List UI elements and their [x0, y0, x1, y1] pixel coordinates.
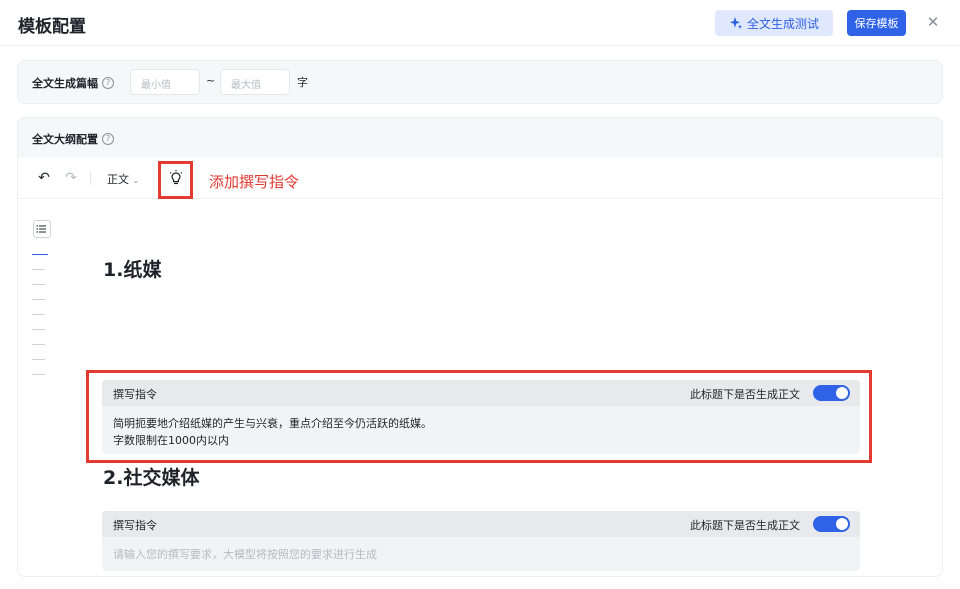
instruction-line: 字数限制在1000内以内 [113, 434, 229, 447]
toc-marker[interactable] [32, 344, 45, 345]
max-length-input[interactable]: 最大值 [220, 69, 290, 95]
range-separator: ~ [206, 74, 216, 87]
section-heading[interactable]: 1.纸媒 [103, 255, 161, 282]
toc-marker[interactable] [32, 269, 45, 270]
outline-label: 全文大纲配置 [32, 133, 98, 146]
outline-editor[interactable]: ↶ ↷ 正文 ⌄ 添加撰写指令 1.纸媒 撰写指令 此标题下是否生成正文 简明扼… [18, 158, 942, 576]
instruction-title: 撰写指令 [113, 519, 157, 532]
help-icon[interactable]: ? [102, 77, 114, 89]
toc-marker[interactable] [32, 314, 45, 315]
instruction-line: 简明扼要地介绍纸媒的产生与兴衰，重点介绍至今仍活跃的纸媒。 [113, 417, 432, 430]
save-template-button[interactable]: 保存模板 [847, 10, 906, 36]
outline-toc-icon[interactable] [33, 220, 51, 238]
chevron-down-icon: ⌄ [132, 176, 140, 185]
toc-marker[interactable] [32, 254, 48, 255]
page-title: 模板配置 [18, 17, 86, 37]
full-text-test-label: 全文生成测试 [746, 16, 819, 31]
toggle-knob [836, 387, 848, 399]
generate-body-toggle[interactable] [813, 385, 850, 401]
section-heading[interactable]: 2.社交媒体 [103, 463, 199, 490]
toc-marker[interactable] [32, 374, 45, 375]
generate-body-question: 此标题下是否生成正文 [690, 388, 800, 401]
annotation-label: 添加撰写指令 [209, 173, 300, 191]
length-label-group: 全文生成篇幅 ? [32, 75, 114, 91]
close-icon[interactable]: ✕ [925, 14, 941, 30]
sparkle-icon [729, 17, 743, 29]
annotation-highlight-box [158, 161, 193, 199]
toc-marker[interactable] [32, 299, 45, 300]
toc-marker[interactable] [32, 329, 45, 330]
instruction-input[interactable]: 请输入您的撰写要求，大模型将按照您的要求进行生成 [102, 537, 860, 571]
length-config-card: 全文生成篇幅 ? 最小值 ~ 最大值 字 [17, 60, 943, 104]
writing-instruction-block[interactable]: 撰写指令 此标题下是否生成正文 请输入您的撰写要求，大模型将按照您的要求进行生成 [102, 511, 860, 571]
redo-icon[interactable]: ↷ [63, 170, 79, 186]
text-style-label: 正文 [107, 173, 129, 186]
toc-marker[interactable] [32, 284, 45, 285]
writing-instruction-block[interactable]: 撰写指令 此标题下是否生成正文 简明扼要地介绍纸媒的产生与兴衰，重点介绍至今仍活… [102, 380, 860, 454]
generate-body-question: 此标题下是否生成正文 [690, 519, 800, 532]
instruction-header: 撰写指令 此标题下是否生成正文 [102, 511, 860, 537]
outline-label-group: 全文大纲配置 ? [32, 131, 114, 147]
outline-config-card: 全文大纲配置 ? ↶ ↷ 正文 ⌄ 添加撰写指令 1.纸媒 撰写指令 此标题下是… [17, 117, 943, 577]
list-icon [36, 225, 46, 233]
min-length-input[interactable]: 最小值 [130, 69, 200, 95]
length-label: 全文生成篇幅 [32, 77, 98, 90]
text-style-dropdown[interactable]: 正文 ⌄ [107, 171, 139, 187]
instruction-title: 撰写指令 [113, 388, 157, 401]
full-text-test-button[interactable]: 全文生成测试 [715, 10, 833, 36]
instruction-text[interactable]: 简明扼要地介绍纸媒的产生与兴衰，重点介绍至今仍活跃的纸媒。 字数限制在1000内… [102, 406, 860, 458]
generate-body-toggle[interactable] [813, 516, 850, 532]
length-unit: 字 [297, 76, 308, 89]
help-icon[interactable]: ? [102, 133, 114, 145]
toc-marker[interactable] [32, 359, 45, 360]
toolbar-divider [90, 171, 91, 185]
undo-icon[interactable]: ↶ [36, 170, 52, 186]
toggle-knob [836, 518, 848, 530]
instruction-header: 撰写指令 此标题下是否生成正文 [102, 380, 860, 406]
header: 模板配置 全文生成测试 保存模板 ✕ [0, 0, 960, 46]
editor-toolbar: ↶ ↷ 正文 ⌄ 添加撰写指令 [18, 158, 942, 199]
